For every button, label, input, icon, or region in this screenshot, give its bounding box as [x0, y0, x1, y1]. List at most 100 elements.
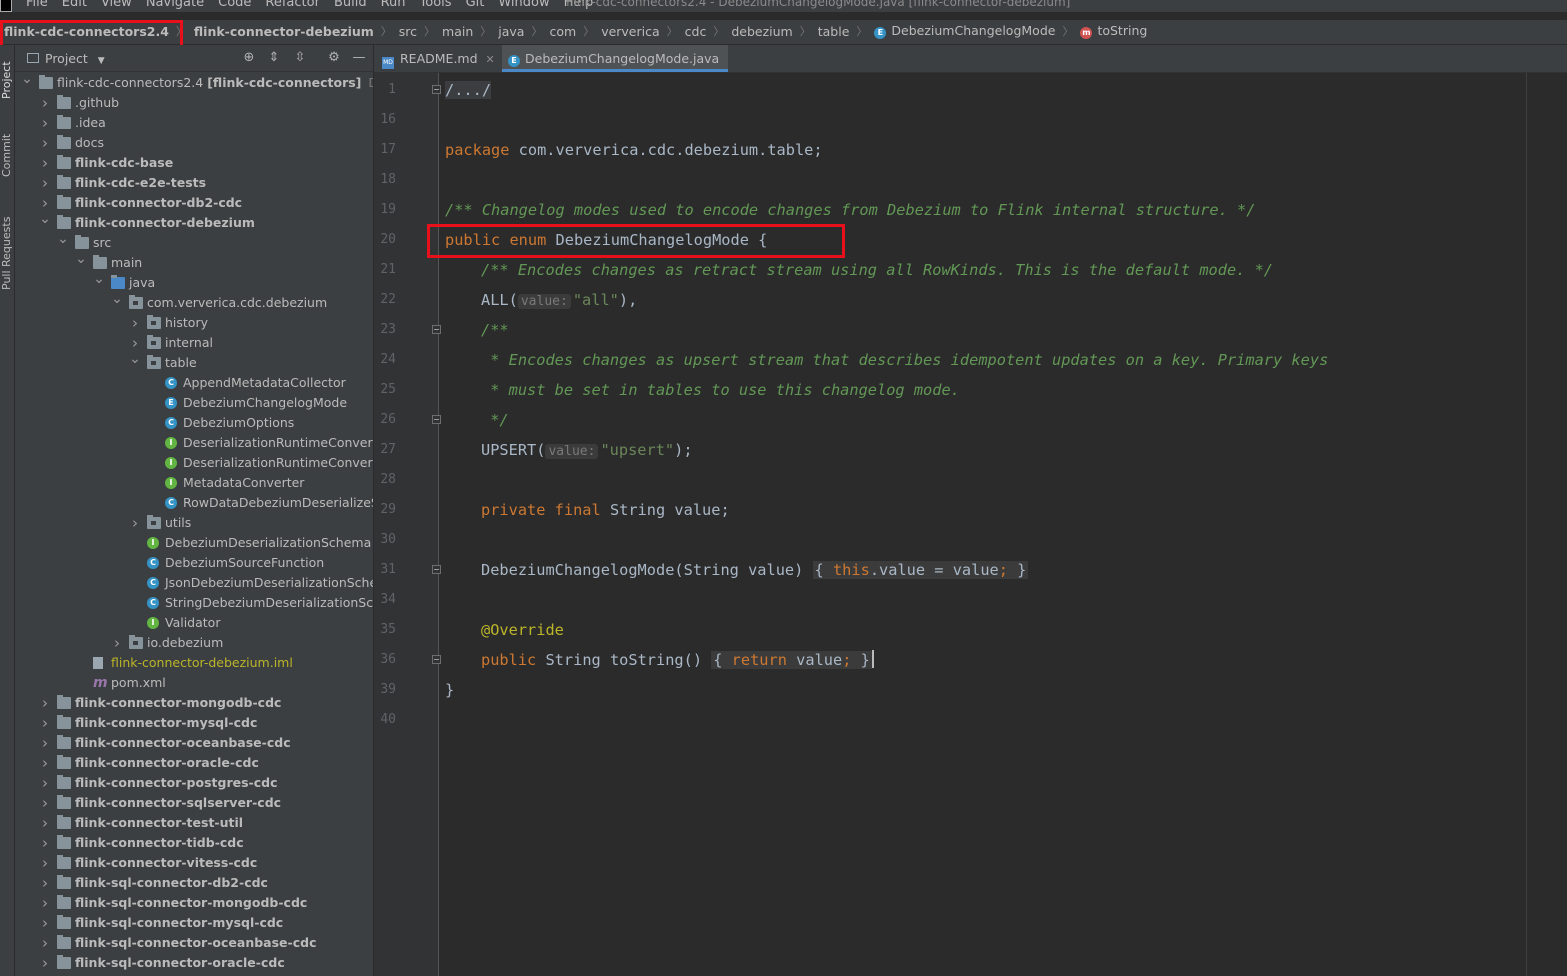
chevron-right-icon[interactable]: ›	[39, 853, 51, 873]
chevron-right-icon[interactable]: ›	[39, 873, 51, 893]
chevron-down-icon[interactable]: ⌄	[93, 269, 105, 289]
tree-item[interactable]: › flink-connector-mongodb-cdc	[15, 693, 373, 713]
breadcrumb-item[interactable]: flink-cdc-connectors2.4	[4, 24, 169, 39]
tree-item[interactable]: › flink-connector-postgres-cdc	[15, 773, 373, 793]
chevron-right-icon[interactable]: ›	[39, 893, 51, 913]
tree-item[interactable]: C AppendMetadataCollector	[15, 373, 373, 393]
chevron-right-icon[interactable]: ›	[39, 693, 51, 713]
tool-tab-project[interactable]: Project	[0, 55, 14, 105]
tree-item[interactable]: ⌄ src	[15, 231, 373, 253]
tree-item[interactable]: C DebeziumOptions	[15, 413, 373, 433]
tree-item[interactable]: C StringDebeziumDeserializationScher	[15, 593, 373, 613]
project-view-selector[interactable]: Project ▼	[45, 51, 105, 66]
tree-item[interactable]: C DebeziumSourceFunction	[15, 553, 373, 573]
tree-item[interactable]: › docs	[15, 133, 373, 153]
tree-item[interactable]: ⌄ main	[15, 251, 373, 273]
tree-item[interactable]: I MetadataConverter	[15, 473, 373, 493]
tree-item[interactable]: I DebeziumDeserializationSchema	[15, 533, 373, 553]
menu-item-file[interactable]: File	[26, 0, 48, 10]
breadcrumb-item[interactable]: flink-connector-debezium	[194, 24, 374, 39]
menu-item-run[interactable]: Run	[381, 0, 406, 10]
tree-item[interactable]: C RowDataDebeziumDeserializeSch	[15, 493, 373, 513]
tree-item[interactable]: › .idea	[15, 113, 373, 133]
tree-item[interactable]: flink-connector-debezium.iml	[15, 653, 373, 673]
chevron-right-icon[interactable]: ›	[39, 833, 51, 853]
folded-body[interactable]: { this.value = value; }	[812, 561, 1029, 579]
breadcrumb-item[interactable]: table	[818, 24, 850, 39]
tree-item[interactable]: › flink-cdc-base	[15, 153, 373, 173]
expand-all-icon[interactable]: ⇕	[265, 49, 283, 67]
breadcrumb-item[interactable]: java	[498, 24, 524, 39]
chevron-down-icon[interactable]: ⌄	[75, 249, 87, 269]
menu-item-edit[interactable]: Edit	[62, 0, 87, 10]
tree-item[interactable]: ⌄ com.ververica.cdc.debezium	[15, 291, 373, 313]
tree-item[interactable]: › history	[15, 313, 373, 333]
close-icon[interactable]: ✕	[486, 53, 495, 66]
tab-debezium-changelog-mode[interactable]: E DebeziumChangelogMode.java	[502, 45, 728, 72]
collapse-all-icon[interactable]: ⇳	[291, 49, 309, 67]
tree-item[interactable]: ⌄ flink-cdc-connectors2.4 [flink-cdc-conne…	[15, 71, 373, 93]
chevron-down-icon[interactable]: ⌄	[39, 209, 51, 229]
menu-item-tools[interactable]: Tools	[420, 0, 452, 10]
menu-item-git[interactable]: Git	[466, 0, 485, 10]
chevron-right-icon[interactable]: ›	[39, 173, 51, 193]
chevron-right-icon[interactable]: ›	[39, 813, 51, 833]
menu-item-code[interactable]: Code	[218, 0, 251, 10]
chevron-right-icon[interactable]: ›	[39, 713, 51, 733]
tree-item[interactable]: › .github	[15, 93, 373, 113]
breadcrumb-item[interactable]: cdc	[685, 24, 707, 39]
tree-item[interactable]: › flink-sql-connector-oracle-cdc	[15, 953, 373, 973]
breadcrumb-item[interactable]: com	[549, 24, 576, 39]
tree-item[interactable]: › flink-connector-mysql-cdc	[15, 713, 373, 733]
chevron-right-icon[interactable]: ›	[39, 153, 51, 173]
chevron-down-icon[interactable]: ⌄	[111, 289, 123, 309]
tree-item[interactable]: › utils	[15, 513, 373, 533]
folded-body[interactable]: { return value; }	[711, 651, 872, 669]
locate-file-icon[interactable]: ⊕	[240, 49, 258, 67]
chevron-right-icon[interactable]: ›	[39, 113, 51, 133]
chevron-right-icon[interactable]: ›	[39, 953, 51, 973]
tree-item[interactable]: › flink-sql-connector-oceanbase-cdc	[15, 933, 373, 953]
tree-item[interactable]: › flink-connector-test-util	[15, 813, 373, 833]
chevron-right-icon[interactable]: ›	[39, 913, 51, 933]
chevron-right-icon[interactable]: ›	[39, 93, 51, 113]
folded-region[interactable]: /.../	[445, 81, 492, 99]
tree-item[interactable]: › flink-sql-connector-mongodb-cdc	[15, 893, 373, 913]
tree-item[interactable]: I DeserializationRuntimeConverter	[15, 453, 373, 473]
tool-tab-pull-requests[interactable]: Pull Requests	[0, 205, 14, 301]
breadcrumb-item[interactable]: ververica	[601, 24, 659, 39]
chevron-right-icon[interactable]: ›	[39, 933, 51, 953]
chevron-right-icon[interactable]: ›	[39, 753, 51, 773]
tree-item[interactable]: ⌄ table	[15, 351, 373, 373]
tree-item[interactable]: › flink-sql-connector-db2-cdc	[15, 873, 373, 893]
minimize-icon[interactable]: —	[350, 49, 368, 67]
tree-item[interactable]: › flink-connector-oceanbase-cdc	[15, 733, 373, 753]
chevron-right-icon[interactable]: ›	[111, 633, 123, 653]
chevron-right-icon[interactable]: ›	[39, 773, 51, 793]
tree-item[interactable]: › flink-connector-sqlserver-cdc	[15, 793, 373, 813]
breadcrumb-item[interactable]: main	[442, 24, 473, 39]
breadcrumb-item[interactable]: E DebeziumChangelogMode	[874, 23, 1055, 39]
chevron-down-icon[interactable]: ⌄	[129, 349, 141, 369]
menu-item-build[interactable]: Build	[334, 0, 367, 10]
tree-item[interactable]: C JsonDebeziumDeserializationSchem	[15, 573, 373, 593]
tree-item[interactable]: I DeserializationRuntimeConverter	[15, 433, 373, 453]
breadcrumb-item[interactable]: debezium	[731, 24, 792, 39]
tree-item[interactable]: I Validator	[15, 613, 373, 633]
code-editor[interactable]: /.../ package com.ververica.cdc.debezium…	[439, 73, 1567, 976]
tree-item[interactable]: › flink-connector-tidb-cdc	[15, 833, 373, 853]
tab-readme[interactable]: MD README.md ✕	[382, 45, 498, 72]
tree-item[interactable]: › flink-sql-connector-mysql-cdc	[15, 913, 373, 933]
tree-item[interactable]: ⌄ java	[15, 271, 373, 293]
tree-item[interactable]: › flink-connector-vitess-cdc	[15, 853, 373, 873]
menu-item-window[interactable]: Window	[498, 0, 549, 10]
tree-item[interactable]: › internal	[15, 333, 373, 353]
tree-item[interactable]: m pom.xml	[15, 673, 373, 693]
chevron-down-icon[interactable]: ⌄	[21, 69, 33, 89]
tree-item[interactable]: E DebeziumChangelogMode	[15, 393, 373, 413]
menu-item-view[interactable]: View	[101, 0, 132, 10]
chevron-right-icon[interactable]: ›	[129, 313, 141, 333]
chevron-right-icon[interactable]: ›	[39, 733, 51, 753]
chevron-right-icon[interactable]: ›	[129, 513, 141, 533]
chevron-down-icon[interactable]: ⌄	[57, 229, 69, 249]
